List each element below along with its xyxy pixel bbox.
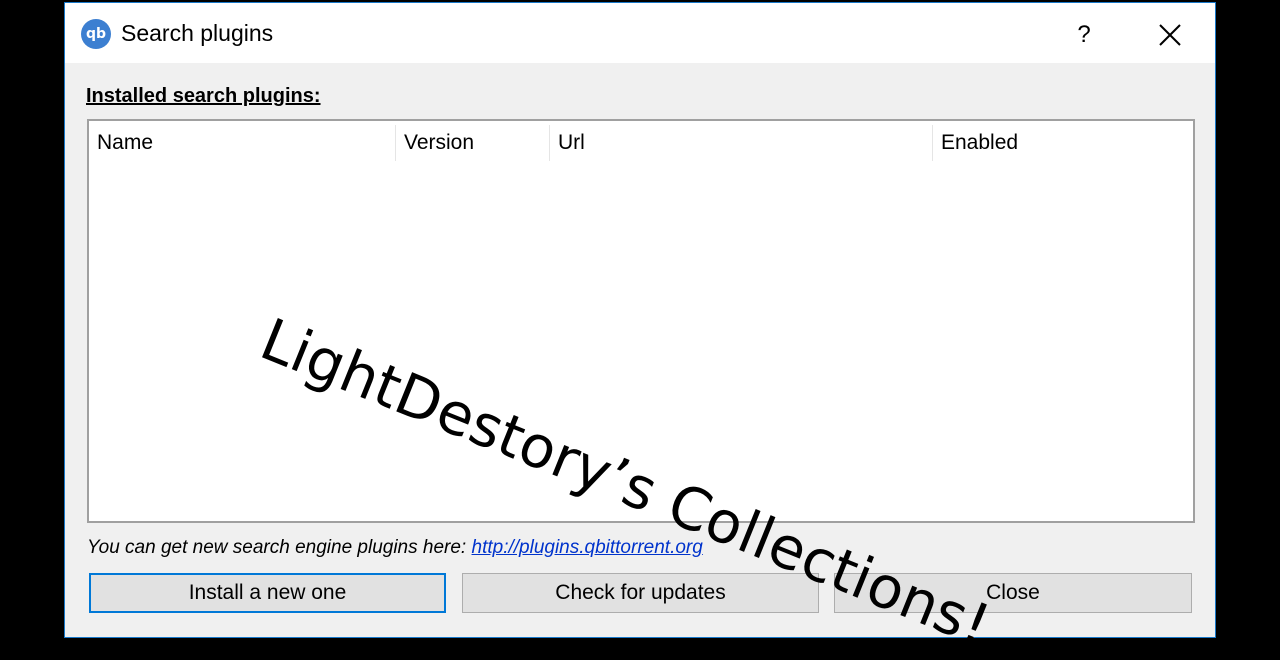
plugins-link[interactable]: http://plugins.qbittorrent.org	[472, 537, 703, 558]
window-title: Search plugins	[121, 20, 274, 46]
search-plugins-dialog: qb Search plugins ? Installed search plu…	[64, 2, 1216, 638]
check-for-updates-button[interactable]: Check for updates	[462, 573, 819, 613]
column-header-version[interactable]: Version	[396, 121, 549, 165]
hint-text: You can get new search engine plugins he…	[87, 537, 472, 558]
installed-plugins-label: Installed search plugins:	[86, 85, 321, 107]
help-button[interactable]: ?	[1061, 15, 1107, 55]
plugins-hint: You can get new search engine plugins he…	[87, 537, 703, 559]
column-header-enabled[interactable]: Enabled	[933, 121, 1183, 165]
install-new-plugin-button[interactable]: Install a new one	[89, 573, 446, 613]
qbittorrent-app-icon: qb	[81, 19, 111, 49]
column-header-name[interactable]: Name	[89, 121, 395, 165]
title-bar: qb Search plugins ?	[65, 3, 1215, 63]
list-header: Name Version Url Enabled	[89, 121, 1193, 165]
column-header-url[interactable]: Url	[550, 121, 932, 165]
window-close-button[interactable]	[1145, 15, 1195, 55]
close-icon	[1159, 24, 1181, 46]
